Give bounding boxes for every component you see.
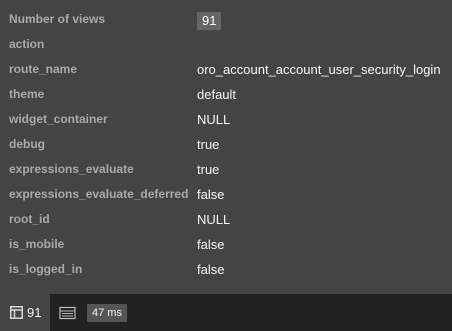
row-value: true bbox=[197, 137, 220, 152]
row-key: expressions_evaluate bbox=[9, 162, 134, 176]
timer-icon bbox=[57, 306, 79, 320]
row-key: Number of views bbox=[9, 12, 106, 26]
data-row: expressions_evaluate_deferred false bbox=[0, 182, 452, 207]
row-value: false bbox=[197, 187, 225, 202]
data-row: widget_container NULL bbox=[0, 107, 452, 132]
data-row: theme default bbox=[0, 82, 452, 107]
row-key: route_name bbox=[9, 62, 78, 76]
data-row: is_mobile false bbox=[0, 232, 452, 257]
data-row: root_id NULL bbox=[0, 207, 452, 232]
row-key: is_mobile bbox=[9, 237, 65, 251]
data-row: Number of views 91 bbox=[0, 7, 452, 32]
row-value: oro_account_account_user_security_login bbox=[197, 62, 441, 77]
row-key: is_logged_in bbox=[9, 262, 83, 276]
row-value: NULL bbox=[197, 112, 231, 127]
data-row: is_logged_in false bbox=[0, 257, 452, 282]
row-value: false bbox=[197, 262, 225, 277]
toolbar-time-value: 47 ms bbox=[87, 303, 127, 322]
row-key: theme bbox=[9, 87, 45, 101]
data-row: expressions_evaluate true bbox=[0, 157, 452, 182]
row-value: false bbox=[197, 237, 225, 252]
toolbar-views-count: 91 bbox=[27, 305, 42, 320]
toolbar-time-button[interactable]: 47 ms bbox=[57, 294, 127, 331]
layout-icon bbox=[10, 306, 23, 319]
views-count-badge: 91 bbox=[197, 12, 222, 30]
toolbar-views-button[interactable]: 91 bbox=[0, 294, 50, 331]
layout-data-panel: Number of views 91 action route_name oro… bbox=[0, 0, 452, 294]
row-value: true bbox=[197, 162, 220, 177]
row-value: default bbox=[197, 87, 237, 102]
row-key: expressions_evaluate_deferred bbox=[9, 187, 189, 201]
row-key: debug bbox=[9, 137, 45, 151]
row-key: widget_container bbox=[9, 112, 108, 126]
row-key: root_id bbox=[9, 212, 50, 226]
data-row: action bbox=[0, 32, 452, 57]
data-row: route_name oro_account_account_user_secu… bbox=[0, 57, 452, 82]
row-key: action bbox=[9, 37, 45, 51]
data-row: debug true bbox=[0, 132, 452, 157]
row-value: NULL bbox=[197, 212, 231, 227]
debug-toolbar: 91 47 ms bbox=[0, 294, 452, 331]
